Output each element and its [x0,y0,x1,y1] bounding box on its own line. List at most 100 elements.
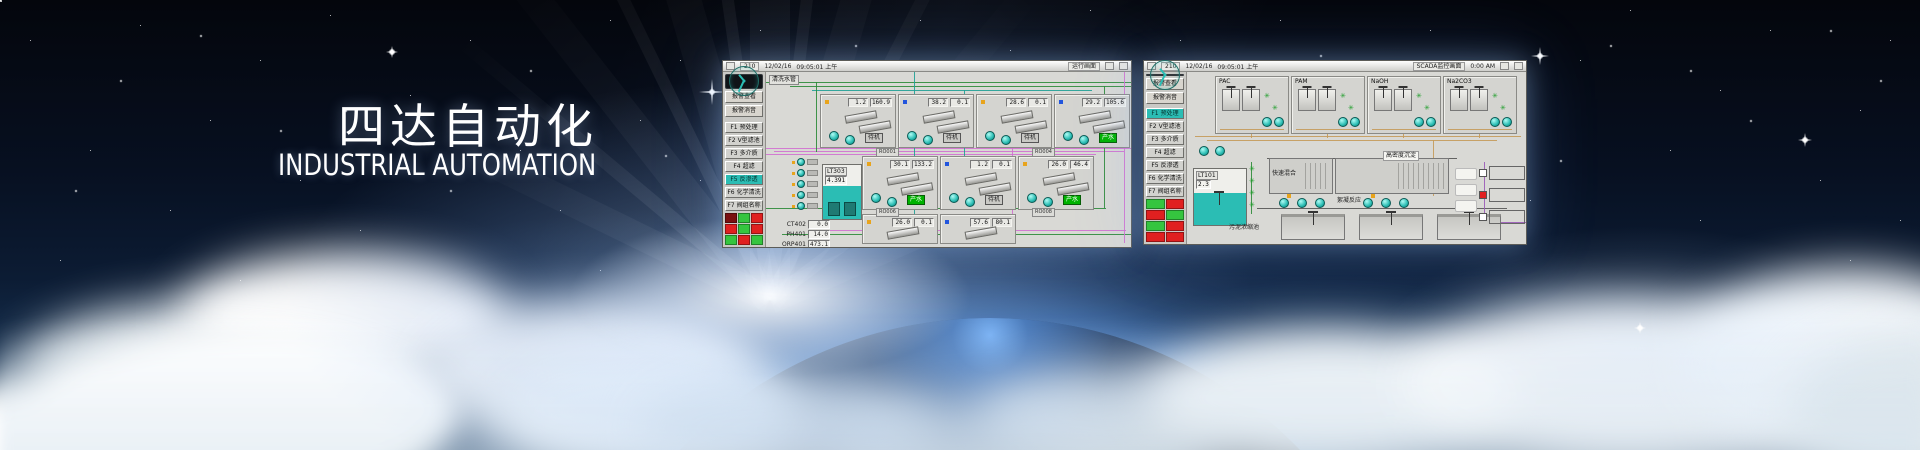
valve-icon [1340,93,1346,100]
pipe-stub [807,192,818,198]
sidebar-item-f2[interactable]: F2V型滤池 [725,135,763,146]
sidebar-item-f7[interactable]: F7阀组名称 [725,200,763,211]
pump-icon [1338,117,1348,127]
menu-label: V型滤池 [1159,122,1181,131]
sidebar-item-f5[interactable]: F5反渗透 [725,174,763,185]
alarm-mute-button[interactable]: 报警消音 [725,105,763,117]
alarm-mute-button[interactable]: 报警消音 [1146,92,1184,104]
ct-value: 30.1 [890,160,910,169]
pump-icon [871,193,881,203]
sidebar-item-f6[interactable]: F6化学清洗 [1146,173,1184,184]
basin-label: 快速混合 [1272,168,1296,177]
titlebar-date: 12/02/16 [1185,63,1212,70]
menu-key: F2 [728,136,735,145]
filter-unit [1489,166,1525,180]
sidebar-item-f6[interactable]: F6化学清洗 [725,187,763,198]
hero-banner: 四达自动化 INDUSTRIAL AUTOMATION 210 12/02/16… [0,0,1920,450]
pump-icon [845,135,855,145]
menu-label: 预处理 [1161,109,1179,118]
pipe [790,86,1131,87]
readout-tag: CT402 [780,221,806,228]
status-tile [1146,232,1165,242]
clock-center-dot [743,80,746,83]
membrane-vessel [887,172,920,185]
close-icon[interactable] [1119,62,1128,70]
ro-group-label: RO001 [876,148,899,157]
ft-value: 160.9 [870,98,892,107]
valve-icon [1424,105,1430,112]
brand-title-zh: 四达自动化 [338,88,598,157]
filter-valve-alarm-icon [1479,191,1487,199]
ct-value: 26.0 [892,218,912,227]
dosing-pump-row [792,180,818,188]
ft-value: 46.4 [1070,160,1090,169]
pipe-stub [807,159,818,165]
menu-label: 化学清洗 [1158,174,1182,183]
blank-button[interactable] [1455,168,1477,180]
close-icon[interactable] [1514,62,1523,70]
pipe [766,82,1131,83]
pump-icon [797,180,805,188]
dosing-pump-row [792,202,818,210]
sidebar-item-f7[interactable]: F7阀组名称 [1146,186,1184,197]
dosing-pump-row [792,191,818,199]
valve-icon [1371,194,1375,198]
standby-badge: 待机 [865,133,883,143]
blank-button[interactable] [1455,200,1477,212]
ct-value: 1.2 [970,160,990,169]
pipe [1195,136,1521,137]
membrane-vessel [979,182,1012,195]
sidebar-item-f3[interactable]: F3多介质 [725,148,763,159]
ro-group-label: RO006 [876,208,899,217]
valve-icon [945,220,949,224]
membrane-vessel [1079,110,1112,123]
pump-icon [1215,146,1225,156]
ct-value: 28.6 [1006,98,1026,107]
minimize-icon[interactable] [1500,62,1509,70]
titlebar-time: 09:05:01 上午 [796,62,837,71]
dosing-station: NaOH [1367,76,1441,134]
sidebar-item-f4[interactable]: F4超滤 [725,161,763,172]
valve-icon [792,205,795,208]
sidebar-item-f5[interactable]: F5反渗透 [1146,160,1184,171]
status-tile [751,235,763,245]
menu-label: 多介质 [1161,135,1179,144]
analyzer-readouts: CT4020.0 PH40114.0 ORP401473.1 [780,220,830,247]
valve-icon [1059,100,1063,104]
menu-key: F7 [727,201,734,210]
pipe [1207,140,1497,141]
blank-button[interactable] [1455,184,1477,196]
membrane-vessel [901,182,934,195]
menu-key: F6 [727,188,734,197]
minimize-icon[interactable] [1105,62,1114,70]
clock-face [1150,60,1180,90]
sidebar-item-f1[interactable]: F1预处理 [725,122,763,133]
chemical-name: PAM [1295,78,1308,85]
membrane-vessel [923,110,956,123]
sidebar-item-f1[interactable]: F1预处理 [1146,108,1184,119]
pump-icon [797,202,805,210]
valve-icon [825,100,829,104]
standby-badge: 待机 [985,195,1003,205]
sidebar-item-f4[interactable]: F4超滤 [1146,147,1184,158]
pump-icon [1315,198,1325,208]
sidebar-item-f2[interactable]: F2V型滤池 [1146,121,1184,132]
membrane-vessel [937,120,970,133]
sparkle-star-icon [386,46,398,58]
status-tile [1146,210,1165,220]
menu-key: F5 [730,175,737,184]
ro-unit: 26.00.1 [862,214,938,244]
analog-clock [1146,74,1184,76]
pump-icon [965,197,975,207]
filter-unit [1489,210,1525,224]
sidebar-item-f3[interactable]: F3多介质 [1146,134,1184,145]
product-badge: 产水 [907,195,925,205]
hmi-screen-pretreatment: 210 12/02/16 09:05:01 上午 SCADA监控画面 0:00 … [1143,60,1527,245]
menu-key: F2 [1149,122,1156,131]
membrane-vessel [845,110,878,123]
unit-readout: 26.00.1 [892,218,934,227]
titlebar-view-label: SCADA监控画面 [1413,62,1466,71]
menu-label: 预处理 [740,123,758,132]
chemical-name: NaOH [1371,78,1388,85]
valve-icon [1500,105,1506,112]
